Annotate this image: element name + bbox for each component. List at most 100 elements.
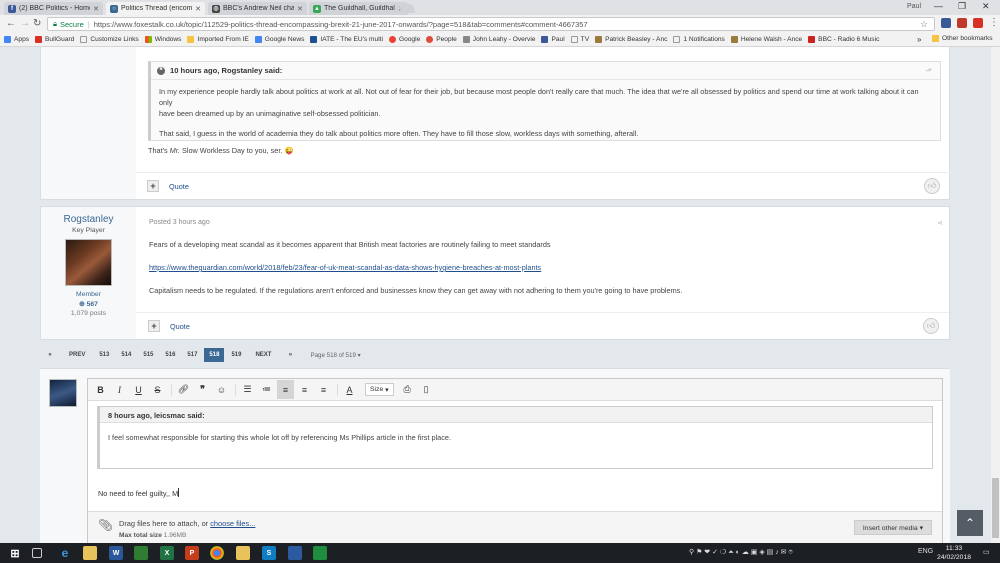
share-icon[interactable]: ⋖ [937, 219, 943, 227]
bookmark-item[interactable]: TV [570, 36, 589, 43]
draft-text[interactable]: No need to feel guilty,, M [98, 488, 180, 498]
bookmark-item[interactable]: Helene Walsh - Ance [730, 36, 802, 43]
extension-icon[interactable] [973, 18, 983, 28]
font-color-icon[interactable]: A [341, 380, 358, 399]
page-link[interactable]: 515 [138, 348, 159, 362]
jump-to-icon[interactable]: ⬏ [926, 66, 932, 75]
page-link-current[interactable]: 518 [204, 348, 225, 362]
extension-icon[interactable] [941, 18, 951, 28]
align-right-icon[interactable]: ≡ [315, 380, 332, 399]
other-bookmarks[interactable]: Other bookmarks [932, 35, 993, 42]
back-arrow-icon[interactable]: ← [6, 18, 16, 29]
bookmark-item[interactable]: BullGuard [35, 36, 74, 43]
powerpoint-icon[interactable]: P [185, 546, 199, 560]
bookmark-item[interactable]: Windows [144, 36, 181, 43]
reload-icon[interactable]: ↻ [33, 18, 41, 29]
numbered-list-icon[interactable]: ≔ [258, 380, 275, 399]
bookmark-item[interactable]: BBC - Radio 6 Music [808, 36, 879, 43]
choose-files-link[interactable]: choose files... [210, 519, 255, 528]
windows-start-icon[interactable]: ⊞ [8, 546, 22, 560]
page-link[interactable]: 513 [94, 348, 115, 362]
align-left-icon[interactable]: ≡ [277, 380, 294, 399]
post-time[interactable]: Posted 3 hours ago [149, 219, 210, 226]
bookmark-item[interactable]: People [426, 36, 457, 43]
language-indicator[interactable]: ENG [918, 548, 933, 555]
author-name[interactable]: Rogstanley [41, 214, 136, 225]
close-window-icon[interactable]: ✕ [982, 1, 990, 12]
emoji-icon[interactable]: ☺ [213, 380, 230, 399]
store-icon[interactable] [134, 546, 148, 560]
underline-button[interactable]: U [130, 380, 147, 399]
bookmark-item[interactable]: Google [388, 36, 420, 43]
link-icon[interactable]: 🔗︎ [175, 380, 192, 399]
chrome-icon[interactable] [210, 546, 224, 560]
quote-button[interactable]: Quote [169, 182, 189, 191]
browser-tab[interactable]: ◎ BBC's Andrew Neil challe ✕ [208, 2, 307, 15]
quote-icon[interactable]: ❞ [194, 380, 211, 399]
menu-icon[interactable]: ⋮ [989, 17, 999, 28]
avatar[interactable] [65, 239, 112, 286]
editor-quote[interactable]: 8 hours ago, leicsmac said: I feel somew… [97, 406, 933, 469]
word-icon[interactable]: W [109, 546, 123, 560]
bookmark-star-icon[interactable]: ☆ [920, 19, 928, 30]
bookmark-item[interactable]: Patrick Beasley - Anc [595, 36, 667, 43]
multiquote-button[interactable]: + [148, 320, 160, 332]
close-icon[interactable]: ✕ [195, 5, 201, 13]
page-jump-dropdown[interactable]: Page 518 of 519 ▾ [310, 352, 360, 359]
page-link[interactable]: 516 [160, 348, 181, 362]
bookmark-item[interactable]: Imported From IE [187, 36, 249, 43]
browser-tab-active[interactable]: ○ Politics Thread (encomp ✕ [106, 2, 205, 15]
like-icon[interactable]: 👍︎ [924, 178, 940, 194]
align-center-icon[interactable]: ≡ [296, 380, 313, 399]
url-text[interactable]: https://www.foxestalk.co.uk/topic/112529… [94, 20, 588, 29]
bullet-list-icon[interactable]: ☰ [239, 380, 256, 399]
restore-icon[interactable]: ❐ [958, 1, 966, 12]
like-icon[interactable]: 👍︎ [923, 318, 939, 334]
browser-tab[interactable]: f (2) BBC Politics - Home ✕ [4, 2, 103, 15]
browser-tab[interactable]: ▲ The Guildhall, Guildhall ✕ [309, 2, 408, 15]
italic-button[interactable]: I [111, 380, 128, 399]
skype-icon[interactable]: S [262, 546, 276, 560]
scroll-to-top-button[interactable]: ⌃ [957, 510, 983, 536]
multiquote-button[interactable]: + [147, 180, 159, 192]
system-clock[interactable]: 11:33 24/02/2018 [937, 544, 971, 562]
rich-text-editor[interactable]: B I U S 🔗︎ ❞ ☺ ☰ ≔ ≡ ≡ ≡ A Size ▾ ⎙ ▯ 8 … [87, 378, 943, 543]
next-page-button[interactable]: NEXT [248, 348, 279, 362]
task-view-icon[interactable] [32, 548, 42, 558]
notifications-icon[interactable]: ▭ [983, 548, 990, 556]
page-link[interactable]: 519 [226, 348, 247, 362]
app-icon[interactable] [313, 546, 327, 560]
guardian-link[interactable]: https://www.theguardian.com/world/2018/f… [149, 263, 541, 272]
last-page-icon[interactable]: » [280, 348, 301, 362]
app-icon[interactable] [288, 546, 302, 560]
forward-arrow-icon[interactable]: → [20, 18, 30, 29]
source-icon[interactable]: ▯ [418, 380, 435, 399]
bookmark-item[interactable]: IATE - The EU's multi [310, 36, 383, 43]
minimize-icon[interactable]: — [934, 1, 943, 11]
more-bookmarks-icon[interactable]: » [917, 35, 921, 44]
profile-name[interactable]: Paul [907, 3, 921, 10]
bookmark-item[interactable]: Paul [541, 36, 565, 43]
quote-button[interactable]: Quote [170, 322, 190, 331]
tray-icons[interactable]: ⚲ ⚑ ❤ ✓ ❍ ⏶ ◐ ☁ ▣ ◈ ▤ ♪ ✉ ⌾ [689, 548, 793, 557]
bookmark-item[interactable]: 1 Notifications [673, 36, 725, 43]
scrollbar-thumb[interactable] [992, 478, 999, 538]
font-size-select[interactable]: Size ▾ [365, 383, 394, 396]
insert-media-button[interactable]: Insert other media ▾ [853, 520, 932, 535]
folder-icon[interactable] [236, 546, 250, 560]
page-link[interactable]: 514 [116, 348, 137, 362]
file-explorer-icon[interactable] [83, 546, 97, 560]
edge-icon[interactable]: e [58, 546, 72, 560]
strikethrough-button[interactable]: S [149, 380, 166, 399]
address-bar[interactable]: 🔒︎ Secure | https://www.foxestalk.co.uk/… [47, 17, 935, 31]
first-page-icon[interactable]: « [40, 348, 60, 362]
new-tab-button[interactable] [398, 4, 416, 13]
prev-page-button[interactable]: PREV [62, 348, 93, 362]
bookmark-item[interactable]: Google News [254, 36, 304, 43]
close-icon[interactable]: ✕ [297, 5, 303, 13]
page-link[interactable]: 517 [182, 348, 203, 362]
bookmark-item[interactable]: Apps [4, 36, 29, 43]
close-icon[interactable]: ✕ [93, 5, 99, 13]
excel-icon[interactable]: X [160, 546, 174, 560]
bookmark-item[interactable]: Customize Links [80, 36, 139, 43]
